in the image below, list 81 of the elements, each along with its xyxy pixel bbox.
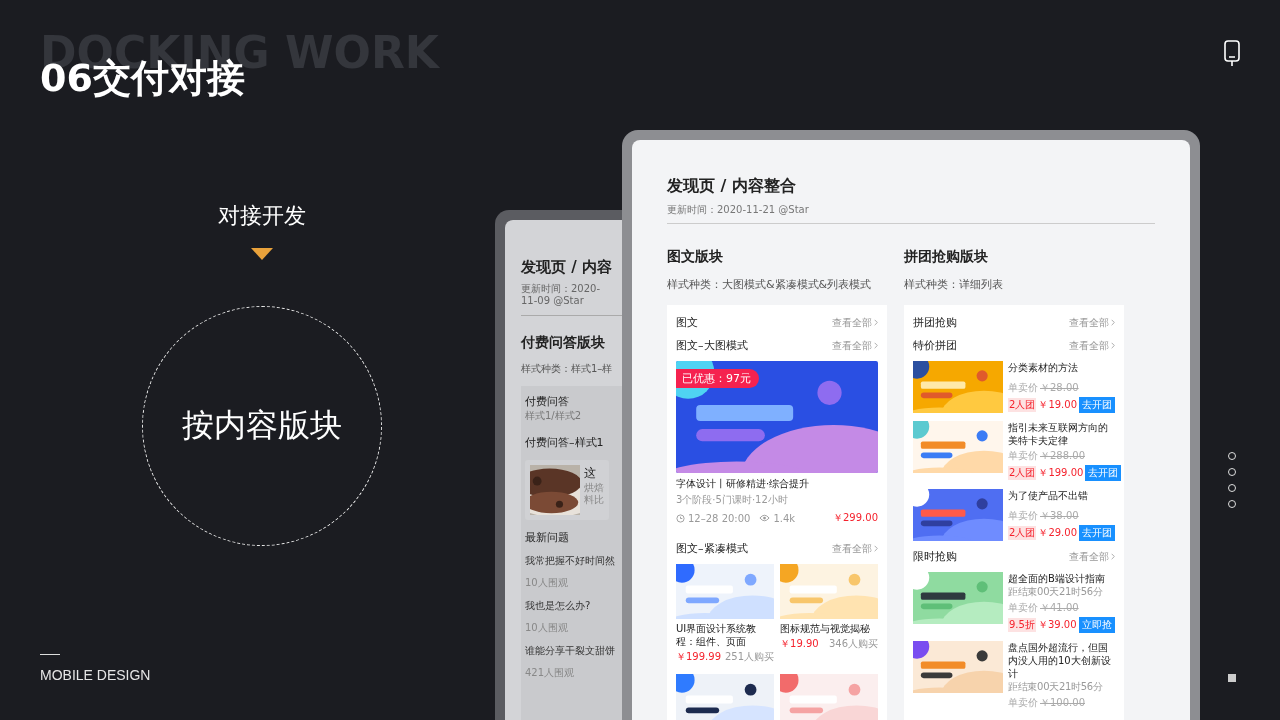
product-title[interactable]: 分类素材的方法 [1008, 361, 1115, 374]
group-title: 限时抢购 [913, 549, 957, 564]
countdown: 距结束00天21时56分 [1008, 680, 1104, 694]
question-text[interactable]: 谁能分享干裂文甜饼 [525, 644, 615, 658]
discount-badge: 已优惠：97元 [676, 369, 759, 388]
question-text[interactable]: 我也是怎么办? [525, 599, 591, 613]
section-heading: 拼团抢购版块 [904, 248, 989, 266]
card-title: 付费问答 [525, 394, 570, 409]
price-label: 单卖价 [1008, 696, 1038, 710]
sales-count: 251人购买 [725, 650, 775, 664]
group-title: 最新问题 [525, 530, 570, 545]
eye-icon [759, 514, 771, 522]
section-subtitle: 对接开发 [218, 202, 306, 230]
price: ￥199.99 [676, 650, 721, 664]
product-title[interactable]: 指引未来互联网方向的美特卡夫定律 [1008, 421, 1115, 447]
price: ￥19.90 [780, 637, 819, 651]
price: ￥199.00 [1038, 466, 1084, 480]
section-heading: 图文版块 [667, 248, 724, 266]
product-title[interactable]: 超全面的B端设计指南 [1008, 572, 1115, 585]
course-title[interactable]: 图标规范与视觉揭秘 [780, 622, 878, 635]
original-price: ￥28.00 [1040, 381, 1079, 395]
price-label: 单卖价 [1008, 381, 1038, 395]
course-title[interactable]: UI界面设计系统教程：组件、页面 [676, 622, 775, 648]
question-excerpt: 料比 [584, 494, 604, 506]
question-card[interactable]: 这 烘焙 料比 [525, 460, 609, 520]
style-types: 样式种类：大图模式&紧凑模式&列表模式 [667, 277, 873, 292]
view-count: 10人围观 [525, 576, 569, 590]
view-count: 10人围观 [525, 621, 569, 635]
group-title: 特价拼团 [913, 338, 957, 353]
chevron-icon [1111, 319, 1115, 326]
section-heading: 付费问答版块 [521, 334, 606, 352]
group-title: 图文–大图模式 [676, 338, 748, 353]
view-count: 1.4k [773, 512, 796, 524]
product-title[interactable]: 为了使产品不出错 [1008, 489, 1115, 502]
group-tag: 2人团 [1008, 526, 1037, 540]
price-label: 单卖价 [1008, 449, 1038, 463]
update-info: 更新时间：2020-11-09 @Star [521, 283, 602, 307]
price-label: 单卖价 [1008, 509, 1038, 523]
original-price: ￥38.00 [1040, 509, 1079, 523]
group-tag: 2人团 [1008, 398, 1037, 412]
topic-label: 按内容版块 [182, 405, 342, 446]
price: ￥29.00 [1038, 526, 1077, 540]
product-title[interactable]: 盘点国外超流行，但国内没人用的10大创新设计 [1008, 641, 1115, 680]
chevron-icon [874, 342, 878, 349]
style-types: 样式种类：样式1–样 [521, 362, 614, 376]
price-label: 单卖价 [1008, 601, 1038, 615]
page-title: 发现页 / 内容整合 [667, 176, 797, 197]
course-time: 12–28 20:00 [688, 512, 751, 524]
chevron-icon [874, 319, 878, 326]
original-price: ￥41.00 [1040, 601, 1079, 615]
group-tag: 2人团 [1008, 466, 1037, 480]
phone-icon [1224, 40, 1240, 66]
question-text[interactable]: 我常把握不好时间然 [525, 554, 615, 568]
price: ￥39.00 [1037, 618, 1077, 632]
group-tag: 9.5折 [1008, 618, 1036, 632]
original-price: ￥100.00 [1040, 696, 1085, 710]
course-title[interactable]: 字体设计丨研修精进·综合提升 [676, 477, 878, 491]
square-icon [1228, 674, 1236, 682]
page-title: 发现页 / 内容 [521, 258, 613, 277]
group-title: 付费问答–样式1 [525, 435, 605, 450]
card-title: 图文 [676, 315, 698, 330]
chevron-icon [874, 545, 878, 552]
footer-label: MOBILE DESIGN [40, 667, 151, 683]
chevron-icon [1111, 553, 1115, 560]
chevron-icon [1111, 342, 1115, 349]
question-title: 这 [584, 465, 597, 482]
view-count: 421人围观 [525, 666, 576, 680]
group-title: 图文–紧凑模式 [676, 541, 748, 556]
course-info: 3个阶段·5门课时·12小时 [676, 493, 789, 507]
clock-icon [676, 513, 685, 523]
original-price: ￥288.00 [1040, 449, 1085, 463]
sales-count: 346人购买 [828, 637, 878, 651]
question-excerpt: 烘焙 [584, 482, 604, 494]
price: ￥19.00 [1038, 398, 1077, 412]
countdown: 距结束00天21时56分 [1008, 585, 1104, 599]
style-types: 样式种类：详细列表 [904, 277, 1004, 292]
update-info: 更新时间：2020-11-21 @Star [667, 203, 810, 217]
card-title: 拼团抢购 [913, 315, 957, 330]
triangle-icon [251, 248, 273, 260]
card-subtitle: 样式1/样式2 [525, 409, 583, 423]
price: ￥299.00 [833, 511, 878, 525]
